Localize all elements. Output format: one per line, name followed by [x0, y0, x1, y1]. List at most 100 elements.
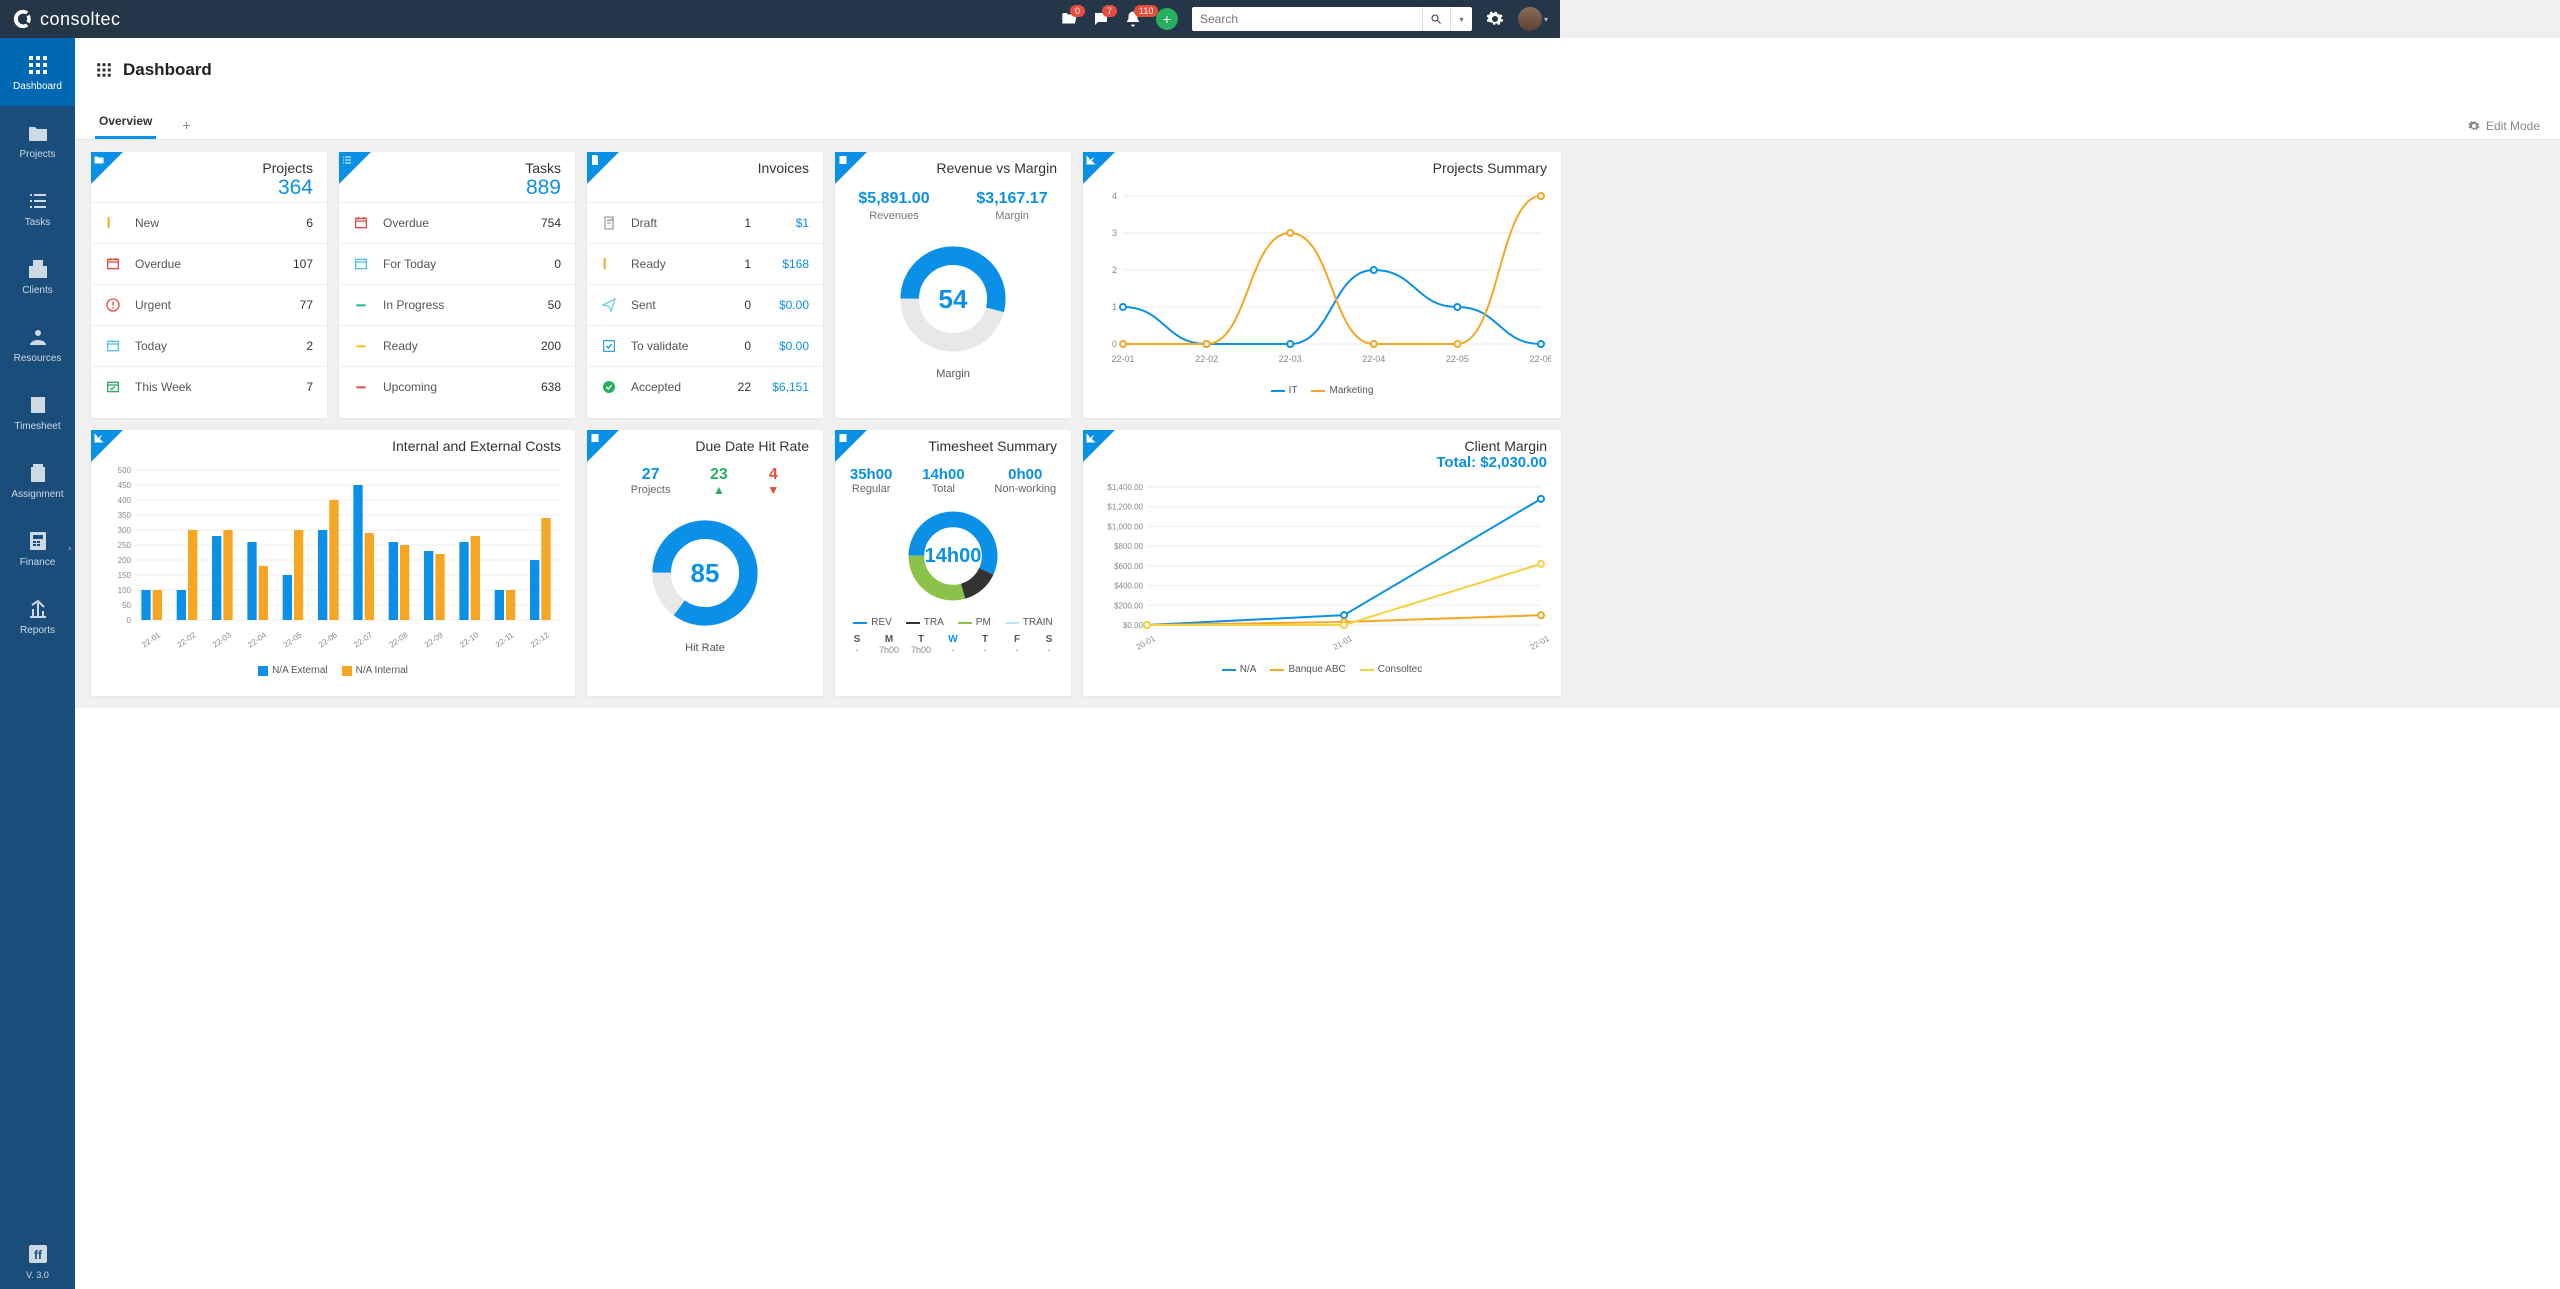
clients-icon	[26, 257, 50, 281]
calendar-icon	[837, 432, 849, 444]
invoices-card: Invoices Draft1$1Ready1$168Sent0$0.00To …	[587, 152, 823, 418]
svg-text:$200.00: $200.00	[1114, 601, 1143, 610]
search-input[interactable]	[1192, 7, 1422, 31]
metric: 4▼	[767, 466, 779, 496]
list-item[interactable]: Sent0$0.00	[587, 285, 823, 326]
tasks-icon	[26, 189, 50, 213]
sidebar-item-reports[interactable]: Reports	[0, 582, 75, 650]
status-icon	[105, 256, 121, 272]
status-icon	[353, 379, 369, 395]
list-item[interactable]: Overdue107	[91, 244, 327, 285]
svg-text:22-10: 22-10	[458, 630, 480, 649]
costs-card: Internal and External Costs 050100150200…	[91, 430, 575, 696]
svg-text:$400.00: $400.00	[1114, 582, 1143, 591]
list-item[interactable]: Draft1$1	[587, 203, 823, 244]
list-item[interactable]: For Today0	[339, 244, 575, 285]
svg-text:22-07: 22-07	[352, 630, 374, 649]
svg-text:22-04: 22-04	[1362, 354, 1385, 364]
sidebar-item-timesheet[interactable]: Timesheet	[0, 378, 75, 446]
brand-logo[interactable]: consoltec	[12, 8, 121, 30]
hitrate-donut: 85	[640, 508, 770, 638]
add-button[interactable]: +	[1156, 8, 1178, 30]
svg-text:50: 50	[122, 601, 131, 610]
card-title: Tasks	[353, 160, 561, 176]
list-item[interactable]: New6	[91, 203, 327, 244]
calendar-icon	[837, 154, 849, 166]
search-icon	[1430, 13, 1442, 25]
status-icon	[601, 215, 617, 231]
reports-icon	[26, 597, 50, 621]
folder-icon	[93, 154, 105, 166]
svg-text:150: 150	[118, 571, 132, 580]
search-button[interactable]	[1422, 7, 1450, 31]
sidebar-app-info[interactable]: ff V. 3.0	[0, 1233, 75, 1289]
svg-text:22-03: 22-03	[1279, 354, 1302, 364]
app-header: consoltec 0 7 110 + ▾ ▾	[0, 0, 1560, 38]
svg-text:22-05: 22-05	[282, 630, 304, 649]
svg-text:$800.00: $800.00	[1114, 542, 1143, 551]
svg-text:350: 350	[118, 511, 132, 520]
projects-count[interactable]: 364	[105, 176, 313, 200]
client-margin-card: Client Margin Total: $2,030.00 $0.00$200…	[1083, 430, 1561, 696]
timesheet-card: Timesheet Summary 35h00Regular14h00Total…	[835, 430, 1071, 696]
list-item[interactable]: Urgent77	[91, 285, 327, 326]
card-title: Client Margin	[1097, 438, 1547, 454]
list-item[interactable]: Ready1$168	[587, 244, 823, 285]
status-icon	[105, 338, 121, 354]
status-icon	[353, 215, 369, 231]
dashboard-icon	[26, 53, 50, 77]
projects-icon	[26, 121, 50, 145]
metric: 0h00Non-working	[994, 466, 1056, 495]
settings-icon[interactable]	[1486, 10, 1504, 28]
svg-text:200: 200	[118, 556, 132, 565]
sidebar-item-finance[interactable]: Finance›	[0, 514, 75, 582]
page-title-bar: Dashboard	[75, 38, 2560, 80]
chat-badge: 7	[1102, 5, 1117, 17]
status-icon	[353, 256, 369, 272]
list-item[interactable]: This Week7	[91, 367, 327, 407]
card-title: Invoices	[601, 160, 809, 176]
sidebar-item-assignment[interactable]: Assignment	[0, 446, 75, 514]
svg-text:$1,400.00: $1,400.00	[1107, 483, 1143, 492]
edit-mode-toggle[interactable]: Edit Mode	[2468, 119, 2540, 139]
metric: 23▲	[710, 466, 728, 496]
tab-add[interactable]: +	[174, 111, 198, 139]
svg-text:22-09: 22-09	[423, 630, 445, 649]
sidebar-item-projects[interactable]: Projects	[0, 106, 75, 174]
svg-text:2: 2	[1112, 265, 1117, 275]
tasks-count[interactable]: 889	[353, 176, 561, 200]
list-item[interactable]: Ready200	[339, 326, 575, 367]
chat-indicator[interactable]: 7	[1092, 10, 1110, 28]
sidebar: DashboardProjectsTasksClientsResourcesTi…	[0, 38, 75, 1289]
notifications-indicator[interactable]: 110	[1124, 10, 1142, 28]
search-dropdown[interactable]: ▾	[1450, 7, 1472, 31]
folder-indicator[interactable]: 0	[1060, 10, 1078, 28]
list-item[interactable]: Today2	[91, 326, 327, 367]
sidebar-item-tasks[interactable]: Tasks	[0, 174, 75, 242]
status-icon	[105, 215, 121, 231]
svg-text:22-01: 22-01	[140, 630, 162, 649]
list-item[interactable]: Upcoming638	[339, 367, 575, 407]
sidebar-item-resources[interactable]: Resources	[0, 310, 75, 378]
app-mark-icon: ff	[26, 1242, 50, 1266]
list-item[interactable]: Overdue754	[339, 203, 575, 244]
svg-text:22-12: 22-12	[529, 630, 551, 649]
sidebar-item-clients[interactable]: Clients	[0, 242, 75, 310]
sidebar-item-dashboard[interactable]: Dashboard	[0, 38, 75, 106]
main-content: Dashboard Overview + Edit Mode Projects …	[75, 38, 2560, 1289]
status-icon	[353, 338, 369, 354]
status-icon	[601, 338, 617, 354]
list-item[interactable]: To validate0$0.00	[587, 326, 823, 367]
margin-amount: $3,167.17	[976, 190, 1047, 208]
svg-text:22-06: 22-06	[317, 630, 339, 649]
version-label: V. 3.0	[26, 1270, 49, 1280]
user-menu[interactable]: ▾	[1518, 7, 1548, 31]
svg-text:100: 100	[118, 586, 132, 595]
tab-overview[interactable]: Overview	[95, 106, 156, 139]
assignment-icon	[26, 461, 50, 485]
list-item[interactable]: In Progress50	[339, 285, 575, 326]
summary-chart: 0123422-0122-0222-0322-0422-0522-06	[1093, 186, 1551, 374]
svg-text:0: 0	[127, 616, 132, 625]
status-icon	[105, 379, 121, 395]
list-item[interactable]: Accepted22$6,151	[587, 367, 823, 407]
